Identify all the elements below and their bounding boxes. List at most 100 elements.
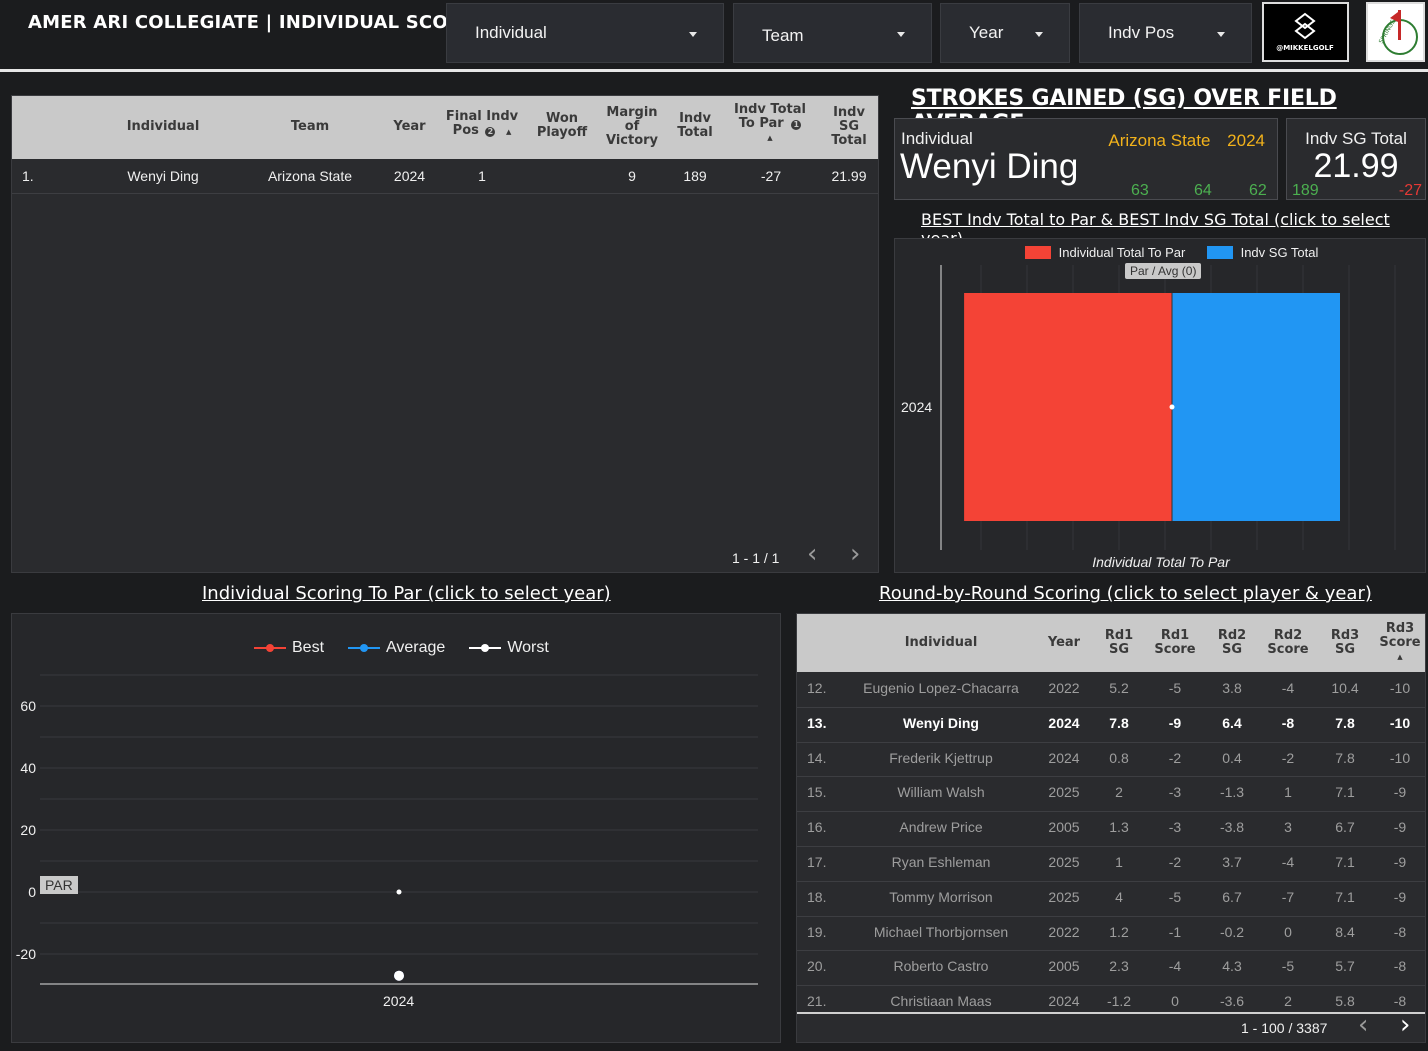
rcol-rd2-score[interactable]: Rd2 Score (1262, 629, 1314, 657)
sort-asc-icon: ▲ (767, 134, 773, 142)
col-indv-sg-total[interactable]: Indv SG Total (824, 106, 874, 148)
table-row[interactable]: 14. Frederik Kjettrup 2024 0.8 -2 0.4 -2 7.8 -10 (797, 742, 1425, 777)
table-row[interactable]: 21. Christiaan Maas 2024 -1.2 0 -3.6 2 5.8 -8 (797, 985, 1425, 1020)
rcell-rd2-score: 0 (1284, 923, 1292, 940)
rcell-rd1-score: -2 (1168, 749, 1182, 766)
col-indv-total[interactable]: Indv Total (672, 112, 718, 140)
table-row[interactable]: 17. Ryan Eshleman 2025 1 -2 3.7 -4 7.1 -9 (797, 846, 1425, 881)
y-tick-label: 40 (20, 760, 36, 776)
col-final-indv-pos[interactable]: Final Indv Pos 2 ▲ (442, 110, 522, 139)
sg-total-card: Indv SG Total 21.99 189 -27 (1286, 118, 1426, 200)
rcell-individual: William Walsh (897, 784, 985, 801)
col-margin-of-victory[interactable]: Margin of Victory (602, 106, 662, 148)
row-rank: 1. (22, 168, 34, 184)
table-row[interactable]: 20. Roberto Castro 2005 2.3 -4 4.3 -5 5.7 -8 (797, 950, 1425, 985)
table-row[interactable]: 13. Wenyi Ding 2024 7.8 -9 6.4 -8 7.8 -10 (797, 707, 1425, 742)
rcell-individual: Tommy Morrison (889, 888, 993, 905)
rcell-rd3-score: -9 (1393, 888, 1407, 905)
rcell-rd3-score: -9 (1393, 854, 1407, 870)
rcol-rd3-score[interactable]: Rd3 Score ▲ (1375, 622, 1425, 664)
bar-center-dot (1169, 404, 1175, 410)
cell-final-pos: 1 (478, 168, 486, 184)
table-row[interactable]: 18. Tommy Morrison 2025 4 -5 6.7 -7 7.1 -9 (797, 881, 1425, 916)
chevron-right-icon[interactable]: › (850, 539, 860, 569)
filter-team-label: Team (762, 26, 804, 45)
rcell-rd2-score: 1 (1284, 784, 1292, 801)
filter-individual[interactable]: Individual (446, 3, 724, 63)
sg-card-to-par: -27 (1398, 182, 1422, 199)
cell-year: 2024 (393, 168, 426, 184)
rcell-rd3-score: -8 (1393, 958, 1407, 975)
rcell-rd1-score: -4 (1168, 958, 1182, 975)
card-rd3: 62 (1249, 182, 1267, 199)
y-tick-label: -20 (16, 946, 36, 962)
table-row[interactable]: 15. William Walsh 2025 2 -3 -1.3 1 7.1 -9 (797, 776, 1425, 811)
col-year[interactable]: Year (387, 120, 432, 134)
rcell-rd1-score: 0 (1171, 993, 1179, 1010)
rcol-rd3-sg[interactable]: Rd3 SG (1323, 629, 1367, 657)
par-label: PAR (40, 876, 78, 894)
bar-category-label: 2024 (901, 399, 933, 415)
card-rd1: 63 (1131, 182, 1149, 199)
individual-table: Individual Team Year Final Indv Pos 2 ▲ … (11, 95, 879, 573)
chevron-right-icon[interactable]: › (1400, 1010, 1410, 1040)
rcell-rd1-sg: -1.2 (1106, 993, 1132, 1010)
springs-logo[interactable]: SPRINGS (1366, 2, 1425, 62)
rcell-rd1-sg: 5.2 (1109, 680, 1129, 696)
rcol-rd1-score[interactable]: Rd1 Score (1149, 629, 1201, 657)
rcol-rd3-score-label: Rd3 Score (1379, 621, 1421, 650)
table-row[interactable]: 12. Eugenio Lopez-Chacarra 2022 5.2 -5 3.8 -4 1… (797, 672, 1425, 707)
table-pager: 1 - 1 / 1 (732, 550, 780, 566)
filter-team[interactable]: Team (733, 3, 932, 63)
point-worst (394, 970, 404, 981)
rcell-individual: Andrew Price (899, 819, 983, 836)
rcell-individual: Eugenio Lopez-Chacarra (863, 680, 1019, 696)
rcol-rd2-sg[interactable]: Rd2 SG (1210, 629, 1254, 657)
card-individual-label: Individual (901, 129, 973, 148)
rcell-rd3-sg: 7.8 (1335, 714, 1355, 731)
rcell-rd3-sg: 6.7 (1335, 819, 1355, 836)
rcell-year: 2022 (1048, 923, 1080, 940)
rcell-year: 2024 (1048, 749, 1080, 766)
rcol-year[interactable]: Year (1042, 636, 1086, 650)
round-table-title[interactable]: Round-by-Round Scoring (click to select … (879, 583, 1372, 604)
col-indv-total-to-par[interactable]: Indv Total To Par 1 ▲ (728, 103, 812, 145)
rcol-rd1-sg[interactable]: Rd1 SG (1097, 629, 1141, 657)
rcell-rd3-score: -8 (1393, 923, 1407, 940)
table-header: Individual Team Year Final Indv Pos 2 ▲ … (12, 96, 878, 159)
rcell-rd3-score: -10 (1389, 680, 1411, 696)
rcell-rank: 13. (807, 714, 827, 731)
scoring-chart-title[interactable]: Individual Scoring To Par (click to sele… (202, 583, 611, 604)
rcell-rd1-sg: 2 (1115, 784, 1123, 801)
mikkelgolf-logo[interactable]: @MIKKELGOLF (1262, 2, 1349, 62)
best-bar-chart[interactable]: Individual Total To Par Indv SG Total Pa… (894, 238, 1426, 573)
table-row[interactable]: 19. Michael Thorbjornsen 2022 1.2 -1 -0.2 0 8.4… (797, 916, 1425, 951)
cell-individual: Wenyi Ding (127, 168, 199, 184)
mikkelgolf-logo-icon: @MIKKELGOLF (1276, 12, 1334, 52)
chevron-left-icon[interactable]: ‹ (807, 539, 817, 569)
chevron-left-icon[interactable]: ‹ (1358, 1010, 1368, 1040)
table-row[interactable]: 16. Andrew Price 2005 1.3 -3 -3.8 3 6.7 -9 (797, 811, 1425, 846)
line-x-label: 2024 (383, 993, 415, 1009)
line-chart-svg: 60 40 20 0 -20 (16, 674, 758, 985)
rcell-rank: 18. (807, 888, 827, 905)
rcell-rd2-score: -4 (1281, 854, 1295, 870)
rcell-year: 2025 (1048, 784, 1080, 801)
table-row[interactable]: 1. Wenyi Ding Arizona State 2024 1 9 189… (12, 159, 878, 193)
col-won-playoff[interactable]: Won Playoff (532, 112, 592, 140)
bar-chart-svg (940, 265, 1396, 550)
round-table-header: Individual Year Rd1 SG Rd1 Score Rd2 SG … (797, 614, 1425, 672)
col-team[interactable]: Team (272, 120, 348, 134)
rcol-individual[interactable]: Individual (867, 636, 1015, 650)
filter-indv-pos[interactable]: Indv Pos (1079, 3, 1252, 63)
rcell-year: 2022 (1048, 680, 1080, 696)
rcell-rd1-sg: 2.3 (1109, 958, 1129, 975)
rcell-rd3-sg: 7.1 (1335, 888, 1355, 905)
rcell-rd2-score: -7 (1281, 888, 1295, 905)
cell-margin: 9 (628, 168, 636, 184)
scoring-line-chart[interactable]: Best Average Worst 60 40 20 0 -20 PAR 2024 (11, 613, 781, 1043)
filter-year[interactable]: Year (940, 3, 1070, 63)
svg-text:@MIKKELGOLF: @MIKKELGOLF (1276, 44, 1334, 52)
card-rd2: 64 (1194, 182, 1212, 199)
col-individual[interactable]: Individual (108, 120, 218, 134)
